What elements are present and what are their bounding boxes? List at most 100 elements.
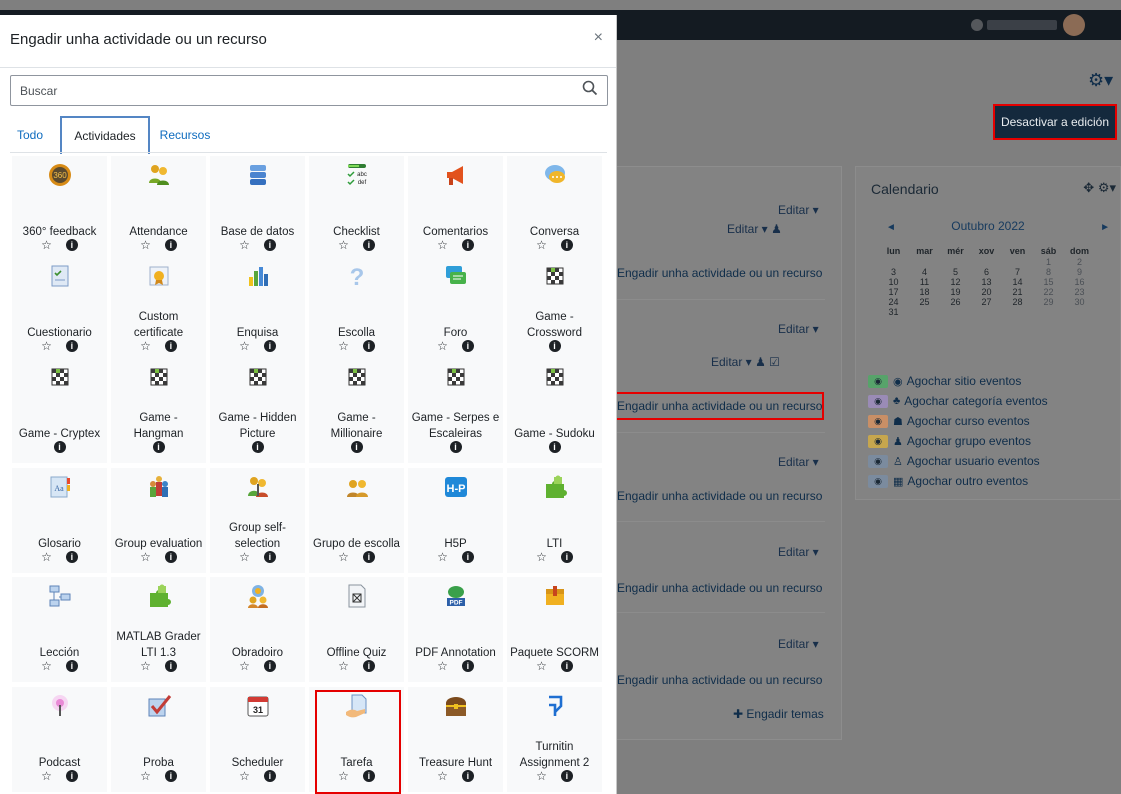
star-icon[interactable]: ☆ [140, 238, 151, 254]
activity-option[interactable]: Game - Crossword i [507, 257, 602, 362]
info-icon[interactable]: i [263, 239, 276, 251]
calendar-day[interactable]: 3 [878, 267, 909, 277]
info-icon[interactable]: i [263, 770, 276, 782]
activity-option[interactable]: Grupo de escolla ☆ i [309, 468, 404, 573]
info-icon[interactable]: i [164, 770, 177, 782]
info-icon[interactable]: i [263, 660, 276, 672]
star-icon[interactable]: ☆ [536, 550, 547, 566]
calendar-day[interactable]: 19 [940, 287, 971, 297]
calendar-day[interactable]: 5 [940, 267, 971, 277]
section-edit-menu[interactable]: Editar ▾ [778, 545, 819, 559]
eye-icon[interactable]: ◉ [868, 454, 888, 468]
calendar-day[interactable]: 30 [1064, 297, 1095, 307]
gear-icon[interactable]: ⚙ [1098, 180, 1110, 195]
section-edit-menu[interactable]: Editar ▾ [778, 637, 819, 651]
info-icon[interactable]: i [53, 441, 66, 453]
calendar-day[interactable]: 18 [909, 287, 940, 297]
star-icon[interactable]: ☆ [338, 339, 349, 355]
activity-option[interactable]: Aa Glosario ☆ i [12, 468, 107, 573]
activity-option[interactable]: Group self-selection ☆ i [210, 468, 305, 573]
info-icon[interactable]: i [65, 660, 78, 672]
star-icon[interactable]: ☆ [338, 659, 349, 675]
info-icon[interactable]: i [449, 441, 462, 453]
star-icon[interactable]: ☆ [41, 238, 52, 254]
star-icon[interactable]: ☆ [41, 769, 52, 785]
activity-option[interactable]: Attendance ☆ i [111, 156, 206, 261]
calendar-day[interactable]: 28 [1002, 297, 1033, 307]
section-edit-menu[interactable]: Editar ▾ [778, 322, 819, 336]
star-icon[interactable]: ☆ [437, 238, 448, 254]
calendar-day[interactable]: 13 [971, 277, 1002, 287]
info-icon[interactable]: i [263, 551, 276, 563]
eye-icon[interactable]: ◉ [868, 434, 888, 448]
calendar-day[interactable]: 8 [1033, 267, 1064, 277]
calendar-day[interactable]: 11 [909, 277, 940, 287]
close-icon[interactable]: × [594, 29, 603, 47]
star-icon[interactable]: ☆ [239, 339, 250, 355]
calendar-day[interactable]: 9 [1064, 267, 1095, 277]
info-icon[interactable]: i [461, 239, 474, 251]
activity-option[interactable]: Base de datos ☆ i [210, 156, 305, 261]
activity-option[interactable]: Foro ☆ i [408, 257, 503, 362]
info-icon[interactable]: i [461, 660, 474, 672]
star-icon[interactable]: ☆ [41, 659, 52, 675]
star-icon[interactable]: ☆ [239, 238, 250, 254]
activity-option[interactable]: Game - Hangman i [111, 358, 206, 463]
calendar-filter[interactable]: ◉ ▦ Agochar outro eventos [868, 471, 1048, 491]
calendar-day[interactable]: 15 [1033, 277, 1064, 287]
activity-option[interactable]: Cuestionario ☆ i [12, 257, 107, 362]
info-icon[interactable]: i [560, 660, 573, 672]
activity-option[interactable]: Enquisa ☆ i [210, 257, 305, 362]
activity-option[interactable]: H-P H5P ☆ i [408, 468, 503, 573]
eye-icon[interactable]: ◉ [868, 394, 888, 408]
info-icon[interactable]: i [461, 340, 474, 352]
info-icon[interactable]: i [560, 770, 573, 782]
info-icon[interactable]: i [65, 239, 78, 251]
info-icon[interactable]: i [164, 340, 177, 352]
calendar-day[interactable]: 22 [1033, 287, 1064, 297]
info-icon[interactable]: i [251, 441, 264, 453]
info-icon[interactable]: i [461, 551, 474, 563]
calendar-day[interactable]: 20 [971, 287, 1002, 297]
activity-option[interactable]: Game - Millionaire i [309, 358, 404, 463]
activity-option[interactable]: 360 360° feedback ☆ i [12, 156, 107, 261]
block-tools[interactable]: ✥ ⚙▾ [1083, 180, 1116, 196]
user-menu[interactable] [971, 14, 1101, 36]
star-icon[interactable]: ☆ [41, 339, 52, 355]
tab-all[interactable]: Todo [10, 116, 50, 153]
activity-option[interactable]: Offline Quiz ☆ i [309, 577, 404, 682]
activity-option[interactable]: Paquete SCORM ☆ i [507, 577, 602, 682]
star-icon[interactable]: ☆ [536, 769, 547, 785]
search-icon[interactable] [582, 80, 598, 96]
notification-icon[interactable] [971, 19, 983, 31]
info-icon[interactable]: i [560, 239, 573, 251]
add-activity-link[interactable]: Engadir unha actividade ou un recurso [617, 673, 822, 687]
star-icon[interactable]: ☆ [41, 550, 52, 566]
calendar-day[interactable]: 1 [1033, 257, 1064, 267]
star-icon[interactable]: ☆ [239, 769, 250, 785]
add-topics-link[interactable]: ✚ Engadir temas [733, 707, 824, 721]
calendar-day[interactable]: 25 [909, 297, 940, 307]
section-edit-menu[interactable]: Editar ▾ [778, 203, 819, 217]
activity-option[interactable]: Group evaluation ☆ i [111, 468, 206, 573]
tab-activities[interactable]: Actividades [60, 116, 150, 154]
activity-option[interactable]: Podcast ☆ i [12, 687, 107, 792]
info-icon[interactable]: i [362, 660, 375, 672]
info-icon[interactable]: i [164, 660, 177, 672]
tab-resources[interactable]: Recursos [155, 116, 215, 153]
star-icon[interactable]: ☆ [140, 659, 151, 675]
eye-icon[interactable]: ◉ [868, 414, 888, 428]
activity-edit-menu[interactable]: Editar ▾ ♟ ☑ [711, 355, 780, 369]
calendar-day[interactable]: 12 [940, 277, 971, 287]
calendar-day[interactable]: 17 [878, 287, 909, 297]
info-icon[interactable]: i [362, 551, 375, 563]
info-icon[interactable]: i [152, 441, 165, 453]
calendar-day[interactable]: 7 [1002, 267, 1033, 277]
calendar-filter[interactable]: ◉ ♙ Agochar usuario eventos [868, 451, 1048, 471]
activity-edit-menu[interactable]: Editar ▾ ♟ [727, 222, 782, 236]
info-icon[interactable]: i [548, 340, 561, 352]
star-icon[interactable]: ☆ [140, 550, 151, 566]
eye-icon[interactable]: ◉ [868, 474, 888, 488]
star-icon[interactable]: ☆ [239, 659, 250, 675]
star-icon[interactable]: ☆ [536, 659, 547, 675]
